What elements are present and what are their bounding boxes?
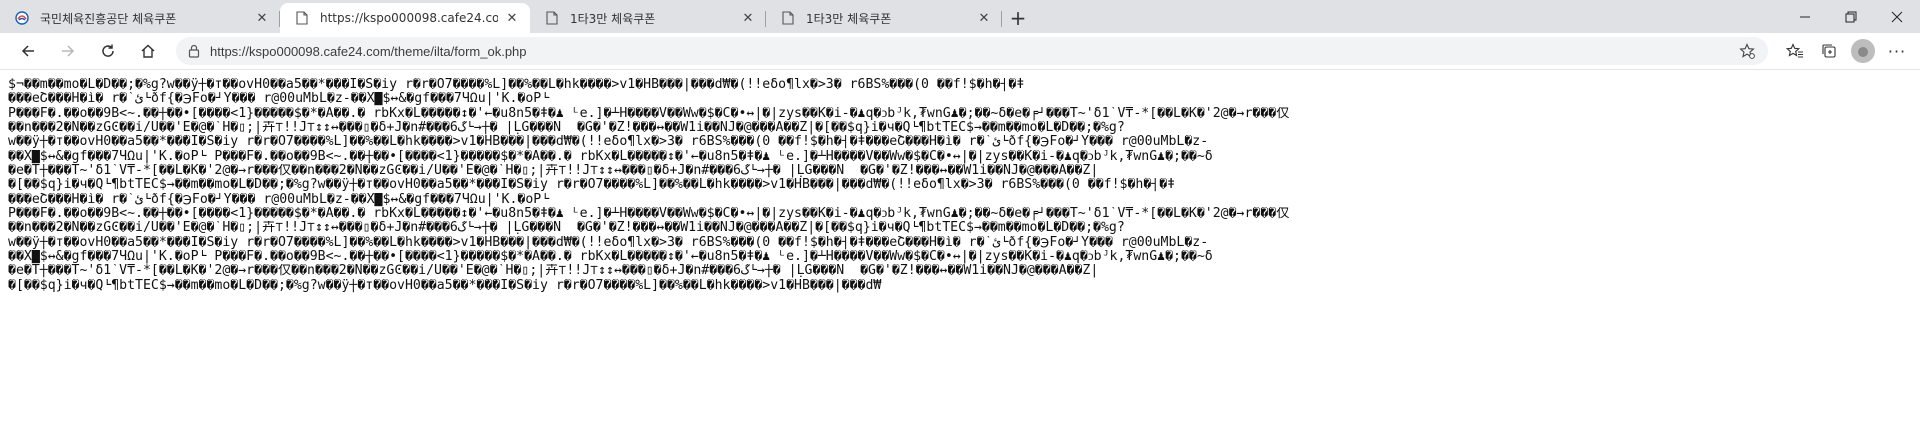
garbled-text-line: ��X█$↔&�gf���7ЧΩu|'K.�oP└ P���F�.��o��9B… — [8, 250, 1213, 265]
restore-icon — [1845, 11, 1857, 22]
garbled-text-line: ��n���2�N��zGϾ��i/U��'E�@�`H�▯;|卉⊤!!J⊤↕↕… — [8, 221, 1125, 236]
garbled-text-line: ���eՇ���H�ì� r�`ئ└ðf{�℈Fo�┘Y��� r@00uMbL… — [8, 92, 550, 107]
home-button[interactable] — [130, 36, 166, 66]
site-logo-icon — [14, 10, 30, 26]
tab-4-title: 1타3만 체육쿠폰 — [806, 11, 892, 26]
page-icon — [780, 10, 796, 26]
garbled-text-line: ��X█$↔&�gf���7ЧΩu|'K.�oP└ P���F�.��o��9B… — [8, 149, 1213, 164]
minimize-button[interactable] — [1782, 0, 1828, 33]
tab-3[interactable]: 1타3만 체육쿠폰 ✕ — [530, 3, 766, 33]
garbled-text-line: P���F�.��o��9B<~.��┼��•[����<1}�����$�*�… — [8, 106, 1290, 121]
close-icon — [1891, 11, 1903, 22]
collections-icon — [1822, 44, 1836, 58]
settings-menu-button[interactable]: ··· — [1880, 36, 1914, 66]
garbled-text-line: w��ÿ┼�т��ovH0��a5��*�̀�̀�Ì�S�iy r�r�O7��… — [8, 135, 1209, 150]
lock-icon[interactable] — [186, 43, 202, 59]
tab-strip: 국민체육진흥공단 체육쿠폰 ✕ https://kspo000098.cafe2… — [0, 0, 1920, 33]
tab-3-title: 1타3만 체육쿠폰 — [570, 11, 656, 26]
tab-1-title: 국민체육진흥공단 체육쿠폰 — [40, 11, 177, 26]
garbled-text-line: �[��$q}i�ч�Q└¶btTEC$→��m��mo�L�D��;�%g?w… — [8, 178, 1176, 193]
back-arrow-icon — [21, 45, 34, 57]
address-bar[interactable]: https://kspo000098.cafe24.com/theme/ilta… — [176, 37, 1768, 65]
favorite-star-icon[interactable] — [1736, 43, 1758, 59]
garbled-text-line: �e�Ť┼���Ť~'δ1`V₸-*[��L�K�'2@�→r���仅��n��… — [8, 264, 1099, 279]
tab-4[interactable]: 1타3만 체육쿠폰 ✕ — [766, 3, 1002, 33]
tab-2-title: https://kspo000098.cafe24.com/ — [320, 11, 498, 25]
window-controls — [1782, 0, 1920, 33]
reload-icon — [102, 44, 114, 57]
garbled-text-line: P���F�.��o��9B<~.��┼��•[����<1}�����$�*�… — [8, 207, 1290, 222]
page-icon — [544, 10, 560, 26]
new-tab-button[interactable]: + — [1002, 3, 1034, 33]
close-icon[interactable]: ✕ — [976, 10, 992, 26]
garbled-text-line: ���eՇ���H�ì� r�`ئ└ðf{�℈Fo�┘Y��� r@00uMbL… — [8, 192, 550, 207]
plus-icon: + — [1009, 6, 1027, 30]
avatar — [1851, 39, 1875, 63]
forward-arrow-icon — [62, 45, 75, 57]
url-text[interactable]: https://kspo000098.cafe24.com/theme/ilta… — [210, 44, 1736, 59]
page-icon — [294, 10, 310, 26]
browser-toolbar: https://kspo000098.cafe24.com/theme/ilta… — [0, 33, 1920, 70]
reload-button[interactable] — [90, 36, 126, 66]
close-window-button[interactable] — [1874, 0, 1920, 33]
garbled-text-line: $¬��m��mo�L�D��;�%g?w��ÿ┼�т��ovH0��a5��*… — [8, 78, 1025, 92]
garbled-text-line: w��ÿ┼�т��ovH0��a5��*�̀�̀�Ì�S�iy r�r�O7��… — [8, 235, 1209, 250]
forward-button[interactable] — [50, 36, 86, 66]
garbled-text-line: ��n���2�N��zGϾ��i/U��'E�@�`H�▯;|卉⊤!!J⊤↕↕… — [8, 121, 1125, 136]
page-body: $¬��m��mo�L�D��;�%g?w��ÿ┼�т��ovH0��a5��*… — [0, 70, 1920, 442]
tab-2[interactable]: https://kspo000098.cafe24.com/ ✕ — [280, 3, 530, 33]
close-icon[interactable]: ✕ — [254, 10, 270, 26]
close-icon[interactable]: ✕ — [504, 10, 520, 26]
garbled-text-line: �[��$q}i�ч�Q└¶btTEC$→��m��mo�L�D��;�%g?w… — [8, 278, 882, 293]
home-icon — [141, 44, 155, 58]
collections-button[interactable] — [1812, 36, 1846, 66]
more-icon: ··· — [1887, 41, 1907, 61]
profile-button[interactable] — [1846, 36, 1880, 66]
favorites-button[interactable] — [1778, 36, 1812, 66]
restore-button[interactable] — [1828, 0, 1874, 33]
garbled-text-line: �e�Ť┼���Ť~'δ1`V₸-*[��L�K�'2@�→r���仅��n��… — [8, 164, 1099, 179]
close-icon[interactable]: ✕ — [740, 10, 756, 26]
minimize-icon — [1800, 16, 1810, 17]
back-button[interactable] — [10, 36, 46, 66]
favorites-icon — [1786, 43, 1803, 58]
tab-1[interactable]: 국민체육진흥공단 체육쿠폰 ✕ — [0, 3, 280, 33]
